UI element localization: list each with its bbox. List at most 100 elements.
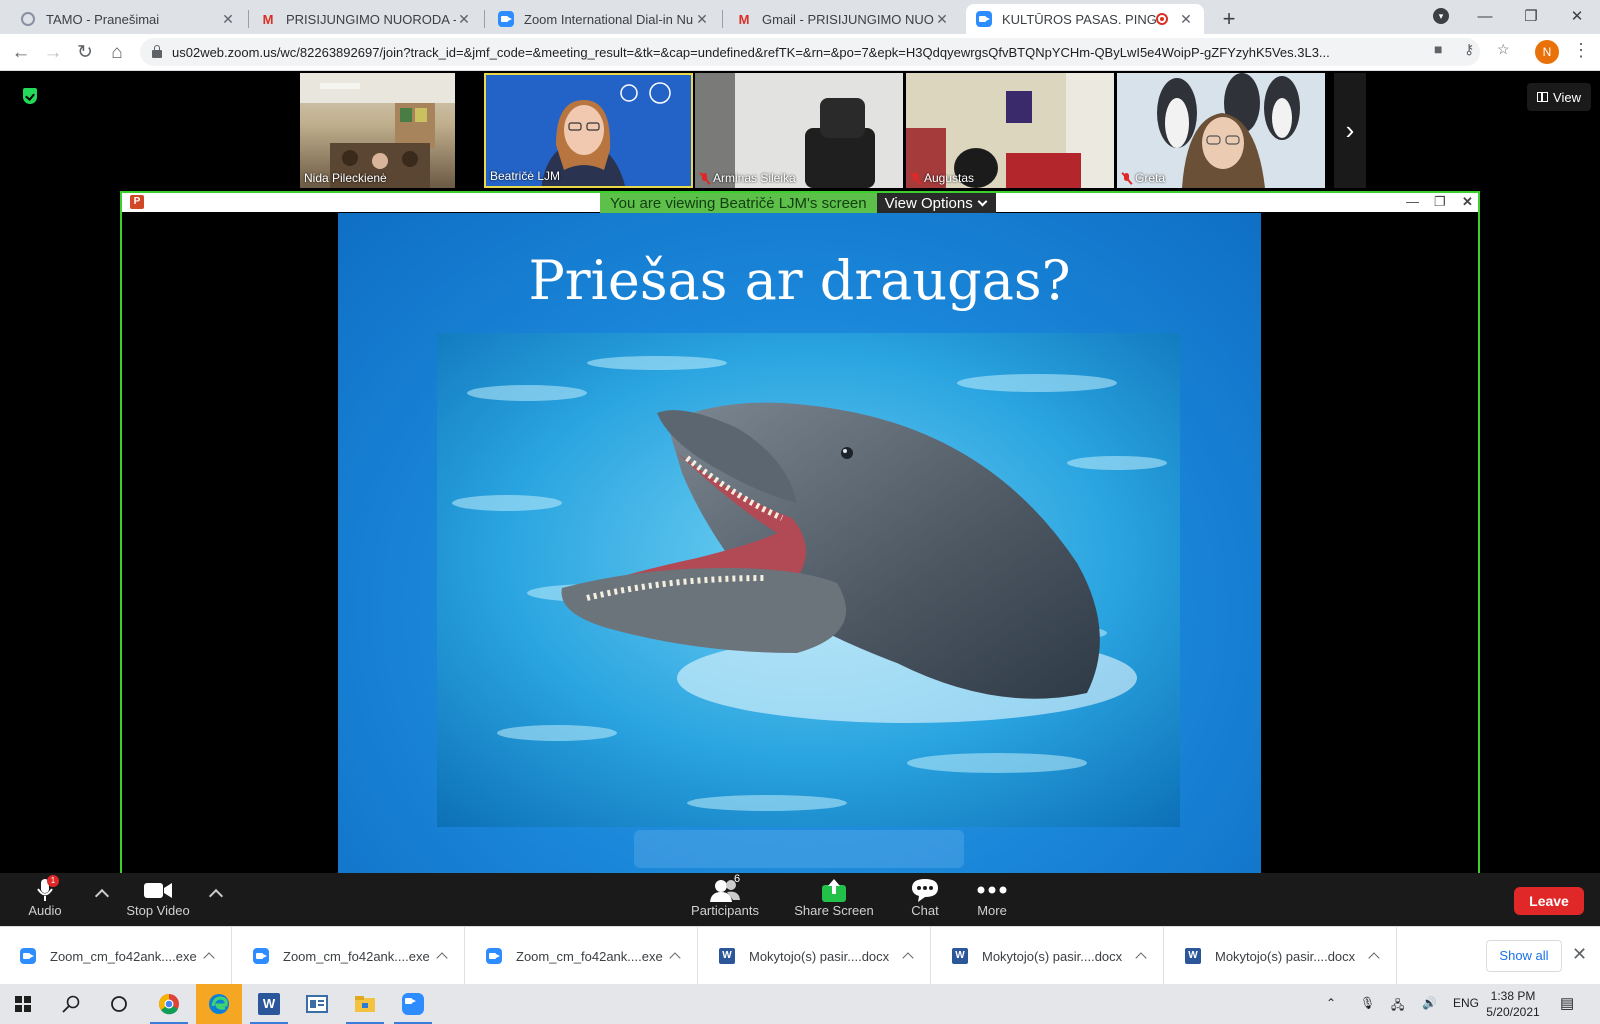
microphone-tray-icon[interactable]: 🎙 xyxy=(1360,996,1375,1010)
browser-tab-tamo[interactable]: TAMO - Pranešimai ✕ xyxy=(10,4,246,34)
security-shield-icon[interactable] xyxy=(23,88,37,104)
next-page-arrow-icon[interactable]: › xyxy=(1334,73,1366,188)
stop-video-label: Stop Video xyxy=(126,903,190,918)
chevron-up-icon[interactable] xyxy=(1135,952,1147,964)
action-center-icon[interactable]: ▤ xyxy=(1560,994,1574,1012)
browser-tab-zoom-dialin[interactable]: Zoom International Dial-in Numb ✕ xyxy=(488,4,720,34)
url-text[interactable]: us02web.zoom.us/wc/82263892697/join?trac… xyxy=(172,45,1480,60)
zoom-icon xyxy=(976,11,992,27)
camera-blocked-icon[interactable]: ■ xyxy=(1434,41,1442,57)
zoom-taskbar-icon[interactable] xyxy=(390,984,436,1024)
taskbar-clock[interactable]: 1:38 PM 5/20/2021 xyxy=(1478,988,1548,1020)
participant-video[interactable]: Nida Pileckienė xyxy=(300,73,455,188)
browser-tab-gmail-link[interactable]: M PRISIJUNGIMO NUORODA - npilec ✕ xyxy=(250,4,482,34)
browser-tab-kulturos-pasas[interactable]: KULTŪROS PASAS. PINGVINAI ✕ xyxy=(966,4,1204,34)
minimize-window-button[interactable]: — xyxy=(1462,4,1508,30)
audio-notification-badge: 1 xyxy=(47,875,59,887)
audio-button[interactable]: 1 Audio xyxy=(0,875,90,918)
new-tab-button[interactable]: + xyxy=(1215,6,1243,34)
start-button[interactable] xyxy=(0,984,46,1024)
audio-label: Audio xyxy=(28,903,62,918)
close-tab-icon[interactable]: ✕ xyxy=(934,11,950,28)
close-tab-icon[interactable]: ✕ xyxy=(694,11,710,28)
download-item[interactable]: Zoom_cm_fo42ank....exe xyxy=(0,927,232,985)
chrome-menu-icon[interactable]: ⋮ xyxy=(1572,40,1590,61)
more-button[interactable]: More xyxy=(947,877,1037,918)
gmail-icon: M xyxy=(262,11,274,27)
windows-taskbar: W ⌃ 🎙 🖧 🔊 ENG 1:38 PM 5/20/2021 ▤ xyxy=(0,984,1600,1024)
download-item[interactable]: W Mokytojo(s) pasir....docx xyxy=(932,927,1164,985)
participant-video-active-speaker[interactable]: Beatričė LJM xyxy=(484,73,693,188)
close-tab-icon[interactable]: ✕ xyxy=(220,11,236,28)
bookmark-star-icon[interactable]: ☆ xyxy=(1497,41,1510,58)
tab-search-icon[interactable]: ▾ xyxy=(1433,8,1449,24)
restore-window-button[interactable]: ❐ xyxy=(1508,4,1554,30)
cortana-icon[interactable] xyxy=(96,984,142,1024)
dolphin-image xyxy=(437,333,1180,827)
close-tab-icon[interactable]: ✕ xyxy=(456,11,472,28)
chrome-taskbar-icon[interactable] xyxy=(146,984,192,1024)
forward-icon[interactable]: → xyxy=(40,40,66,66)
meeting-controls-bar: 1 Audio Stop Video 6 Participants Share … xyxy=(0,873,1600,926)
profile-avatar[interactable]: N xyxy=(1535,40,1559,64)
download-item[interactable]: W Mokytojo(s) pasir....docx xyxy=(699,927,931,985)
browser-tab-gmail[interactable]: M Gmail - PRISIJUNGIMO NUORODA ✕ xyxy=(726,4,960,34)
slide-decoration xyxy=(634,830,964,868)
home-icon[interactable]: ⌂ xyxy=(104,40,130,66)
chevron-up-icon[interactable] xyxy=(669,952,681,964)
chevron-up-icon[interactable] xyxy=(1368,952,1380,964)
search-icon[interactable] xyxy=(48,984,94,1024)
tab-separator xyxy=(722,10,723,28)
windows-logo-icon xyxy=(15,996,31,1012)
back-icon[interactable]: ← xyxy=(8,40,34,66)
download-filename: Mokytojo(s) pasir....docx xyxy=(1215,948,1356,964)
muted-mic-icon xyxy=(699,172,710,185)
download-item[interactable]: Zoom_cm_fo42ank....exe xyxy=(233,927,465,985)
participant-video[interactable]: Arminas Sileika xyxy=(695,73,903,188)
participants-button[interactable]: 6 Participants xyxy=(680,873,770,918)
share-screen-label: Share Screen xyxy=(794,903,874,918)
chevron-up-icon[interactable] xyxy=(203,952,215,964)
stop-video-button[interactable]: Stop Video xyxy=(113,877,203,918)
input-language-indicator[interactable]: ENG xyxy=(1453,996,1479,1010)
file-viewer-taskbar-icon[interactable] xyxy=(294,984,340,1024)
chevron-up-icon[interactable] xyxy=(436,952,448,964)
participant-video[interactable]: Greta xyxy=(1117,73,1325,188)
download-item[interactable]: W Mokytojo(s) pasir....docx xyxy=(1165,927,1397,985)
word-icon: W xyxy=(952,948,968,964)
download-filename: Mokytojo(s) pasir....docx xyxy=(749,948,890,964)
audio-options-chevron-up-icon[interactable] xyxy=(94,888,110,904)
tab-title: TAMO - Pranešimai xyxy=(46,11,160,27)
video-options-chevron-up-icon[interactable] xyxy=(208,888,224,904)
close-tab-icon[interactable]: ✕ xyxy=(1178,11,1194,28)
download-filename: Zoom_cm_fo42ank....exe xyxy=(50,948,197,964)
word-icon: W xyxy=(719,948,735,964)
share-screen-button[interactable]: Share Screen xyxy=(789,877,879,918)
close-icon[interactable]: ✕ xyxy=(1572,944,1587,965)
word-taskbar-icon[interactable]: W xyxy=(246,984,292,1024)
network-icon[interactable]: 🖧 xyxy=(1391,996,1404,1017)
leave-meeting-button[interactable]: Leave xyxy=(1514,887,1584,915)
presentation-slide: Priešas ar draugas? xyxy=(338,213,1261,873)
participant-name: Arminas Sileika xyxy=(699,171,796,185)
address-bar[interactable]: us02web.zoom.us/wc/82263892697/join?trac… xyxy=(140,38,1480,66)
reload-icon[interactable]: ↻ xyxy=(72,40,98,66)
tamo-icon xyxy=(20,11,36,27)
participant-name: Beatričė LJM xyxy=(490,169,561,183)
close-window-button[interactable]: ✕ xyxy=(1554,4,1600,30)
participant-video[interactable]: Augustas xyxy=(906,73,1114,188)
view-label: View xyxy=(1553,89,1581,105)
show-hidden-icons-chevron-up-icon[interactable]: ⌃ xyxy=(1326,996,1336,1010)
file-explorer-icon[interactable] xyxy=(342,984,388,1024)
tab-title: Zoom International Dial-in Numb xyxy=(524,11,694,27)
edge-taskbar-icon[interactable] xyxy=(196,984,242,1024)
volume-icon[interactable]: 🔊 xyxy=(1422,996,1437,1010)
download-item[interactable]: Zoom_cm_fo42ank....exe xyxy=(466,927,698,985)
chevron-up-icon[interactable] xyxy=(902,952,914,964)
key-icon[interactable]: ⚷ xyxy=(1464,41,1474,58)
view-button[interactable]: View xyxy=(1527,83,1591,111)
show-all-downloads-button[interactable]: Show all xyxy=(1486,940,1562,972)
clock-date: 5/20/2021 xyxy=(1486,1005,1540,1019)
gallery-view-icon xyxy=(1537,92,1549,102)
participant-name: Augustas xyxy=(910,171,974,185)
